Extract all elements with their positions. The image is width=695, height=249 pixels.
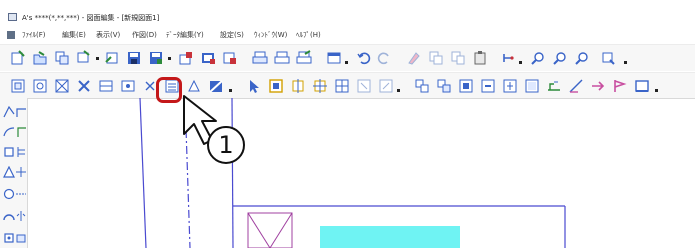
menu-help[interactable]: ﾍﾙﾌﾟ(H) xyxy=(296,30,321,40)
print-icon[interactable] xyxy=(252,50,268,66)
door-symbol xyxy=(247,212,293,248)
arc2-icon[interactable] xyxy=(3,210,15,222)
mirror-icon[interactable] xyxy=(15,210,27,222)
zoom-window-icon[interactable] xyxy=(600,50,616,66)
window-icon[interactable] xyxy=(326,50,342,66)
copy-obj-icon[interactable] xyxy=(450,50,466,66)
menu-bar: ﾌｧｲﾙ(F) 編集(E) 表示(V) 作図(D) ﾃﾞｰﾀ編集(Y) 設定(S… xyxy=(0,28,695,42)
zoom-all-icon[interactable] xyxy=(574,50,590,66)
flag-icon[interactable] xyxy=(612,78,628,94)
circle-icon[interactable] xyxy=(3,188,15,200)
export-icon[interactable] xyxy=(178,50,194,66)
window-title: A's ****(*,**,***) - 図面編集 - [新規図面1] xyxy=(22,14,160,22)
align5-icon[interactable] xyxy=(502,78,518,94)
dropdown-dot xyxy=(96,57,99,60)
import2-icon[interactable] xyxy=(222,50,238,66)
menu-system-icon[interactable] xyxy=(7,31,15,39)
line-icon[interactable] xyxy=(3,106,15,118)
cross-icon[interactable] xyxy=(312,78,328,94)
paste-icon[interactable] xyxy=(472,50,488,66)
align7-icon[interactable] xyxy=(546,78,562,94)
separator-dot xyxy=(229,89,232,92)
menu-edit[interactable]: 編集(E) xyxy=(62,30,86,40)
separator-dot xyxy=(397,89,400,92)
separator-dot xyxy=(655,89,658,92)
rect-select-icon[interactable] xyxy=(268,78,284,94)
select-area-icon[interactable] xyxy=(10,78,26,94)
print-setup-icon[interactable] xyxy=(274,50,290,66)
print-preview-icon[interactable] xyxy=(104,50,120,66)
snap-icon[interactable] xyxy=(500,50,516,66)
box2-icon[interactable] xyxy=(15,232,27,244)
grid3-icon[interactable] xyxy=(378,78,394,94)
open-icon[interactable] xyxy=(32,50,48,66)
align6-icon[interactable] xyxy=(524,78,540,94)
draw-palette xyxy=(0,98,28,248)
zoom-in-icon[interactable] xyxy=(530,50,546,66)
undo-icon[interactable] xyxy=(356,50,372,66)
point-icon[interactable] xyxy=(290,78,306,94)
menu-data-edit[interactable]: ﾃﾞｰﾀ編集(Y) xyxy=(166,30,204,40)
arrow-icon[interactable] xyxy=(590,78,606,94)
dropdown-dot xyxy=(168,57,171,60)
layer-icon[interactable] xyxy=(98,78,114,94)
polyline-icon[interactable] xyxy=(15,106,27,118)
align4-icon[interactable] xyxy=(480,78,496,94)
hatch-icon[interactable] xyxy=(186,78,202,94)
title-bar: A's ****(*,**,***) - 図面編集 - [新規図面1] xyxy=(0,0,695,26)
step-callout: 1 xyxy=(207,126,245,164)
select-all-icon[interactable] xyxy=(54,78,70,94)
arc-icon[interactable] xyxy=(3,126,15,138)
copy-dropdown-icon[interactable] xyxy=(76,50,92,66)
menu-draw[interactable]: 作図(D) xyxy=(132,30,157,40)
grid2-icon[interactable] xyxy=(356,78,372,94)
standard-toolbar xyxy=(0,44,695,71)
redo-icon[interactable] xyxy=(376,50,392,66)
grid-icon[interactable] xyxy=(334,78,350,94)
highlight-box xyxy=(156,77,182,103)
offset-icon[interactable] xyxy=(15,188,27,200)
corner-icon[interactable] xyxy=(15,126,27,138)
menu-window[interactable]: ｳｨﾝﾄﾞｳ(W) xyxy=(254,30,287,40)
dimension-icon[interactable] xyxy=(15,146,27,158)
zoom-out-icon[interactable] xyxy=(552,50,568,66)
triangle-icon[interactable] xyxy=(3,166,15,178)
separator-dot xyxy=(345,61,348,64)
box-icon[interactable] xyxy=(3,232,15,244)
menu-view[interactable]: 表示(V) xyxy=(96,30,120,40)
frame-icon[interactable] xyxy=(634,78,650,94)
drawing-content xyxy=(139,98,566,248)
plot-icon[interactable] xyxy=(296,50,312,66)
edit-toolbar xyxy=(0,72,695,99)
paint-icon[interactable] xyxy=(208,78,224,94)
save-as-icon[interactable] xyxy=(148,50,164,66)
new-icon[interactable] xyxy=(10,50,26,66)
pointer-icon[interactable] xyxy=(246,78,262,94)
copy-icon[interactable] xyxy=(54,50,70,66)
highlighted-area xyxy=(320,226,460,248)
menu-file[interactable]: ﾌｧｲﾙ(F) xyxy=(22,30,46,40)
app-icon xyxy=(8,13,17,21)
separator-dot xyxy=(624,61,627,64)
align-icon[interactable] xyxy=(414,78,430,94)
deselect-icon[interactable] xyxy=(76,78,92,94)
cross-line-icon[interactable] xyxy=(15,166,27,178)
save-icon[interactable] xyxy=(126,50,142,66)
layer2-icon[interactable] xyxy=(120,78,136,94)
door-swing xyxy=(247,212,271,248)
align3-icon[interactable] xyxy=(458,78,474,94)
select-window-icon[interactable] xyxy=(32,78,48,94)
align2-icon[interactable] xyxy=(436,78,452,94)
rectangle-icon[interactable] xyxy=(3,146,15,158)
clear-icon[interactable] xyxy=(406,50,422,66)
measure-icon[interactable] xyxy=(568,78,584,94)
door-swing xyxy=(269,212,293,248)
wall-line xyxy=(139,98,147,248)
separator-dot xyxy=(519,61,522,64)
cut-icon[interactable] xyxy=(428,50,444,66)
import-icon[interactable] xyxy=(200,50,216,66)
menu-settings[interactable]: 設定(S) xyxy=(220,30,244,40)
